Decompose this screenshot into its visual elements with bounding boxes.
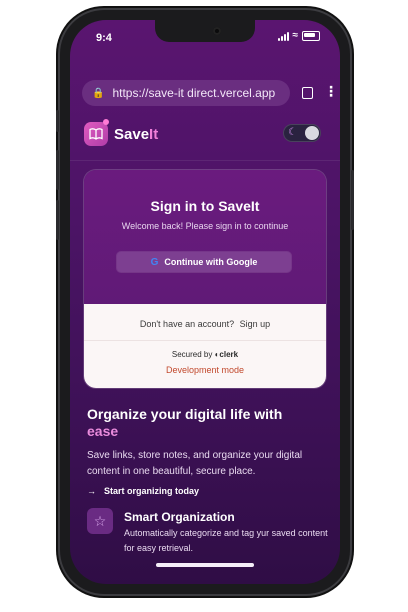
signal-icon: [277, 31, 289, 41]
battery-icon: [302, 31, 320, 41]
signup-row: Don't have an account? Sign up: [84, 319, 326, 329]
moon-icon: ☾: [288, 127, 297, 138]
notch: [155, 20, 255, 42]
secured-by-label: Secured by: [171, 350, 213, 359]
status-time: 9:4: [96, 32, 112, 44]
secured-by: Secured by ◐clerk: [84, 350, 326, 359]
brand-suffix: It: [149, 126, 159, 143]
volume-down-button: [56, 200, 59, 240]
brand-prefix: Save: [114, 126, 150, 143]
no-account-text: Don't have an account?: [139, 319, 235, 329]
clerk-name: clerk: [219, 350, 239, 359]
hero-title-line: Organize your digital life with: [87, 406, 283, 422]
logo-sparkle-icon: [103, 119, 109, 125]
url-text: https://save-it direct.vercel.app: [112, 86, 276, 100]
signin-subtitle: Welcome back! Please sign in to continue: [121, 221, 289, 231]
hero-description: Save links, store notes, and organize yo…: [87, 450, 303, 477]
theme-toggle[interactable]: ☾: [283, 124, 321, 142]
wifi-icon: ≈: [292, 30, 299, 41]
signin-title: Sign in to SaveIt: [150, 198, 260, 214]
home-indicator[interactable]: [156, 563, 254, 567]
signin-footer: Don't have an account? Sign up Secured b…: [84, 304, 326, 388]
feature-description: Automatically categorize and tag yur sav…: [124, 528, 328, 553]
tabs-icon[interactable]: [302, 87, 313, 99]
phone-screen: 9:4 ≈ 🔒 https://save-it direct.vercel.ap…: [70, 20, 340, 584]
star-icon: ☆: [87, 508, 113, 534]
status-icons: ≈: [277, 30, 320, 41]
power-button: [351, 170, 354, 230]
google-signin-button[interactable]: G Continue with Google: [117, 252, 291, 272]
app-header: SaveIt ☾: [70, 119, 340, 161]
camera-icon: [213, 27, 221, 35]
arrow-right-icon: →: [87, 486, 96, 496]
divider: [84, 340, 326, 341]
cta-label: Start organizing today: [104, 486, 200, 496]
signin-card: Sign in to SaveIt Welcome back! Please s…: [84, 170, 326, 388]
google-icon: G: [150, 256, 159, 268]
signup-link[interactable]: Sign up: [240, 319, 271, 329]
hero-title-accent: ease: [87, 423, 119, 439]
mute-switch: [56, 110, 59, 132]
logo-book-icon: [84, 122, 108, 146]
more-menu-icon[interactable]: ⋮: [324, 84, 338, 98]
phone-frame: 9:4 ≈ 🔒 https://save-it direct.vercel.ap…: [56, 10, 354, 594]
toggle-knob: [305, 126, 319, 140]
dev-mode-label: Development mode: [165, 365, 245, 375]
lock-icon: 🔒: [92, 87, 105, 99]
feature-title: Smart Organization: [124, 510, 235, 524]
address-bar[interactable]: 🔒 https://save-it direct.vercel.app: [82, 80, 290, 106]
hero-title: Organize your digital life with ease: [87, 406, 327, 440]
brand-logo[interactable]: SaveIt: [114, 126, 158, 143]
google-button-label: Continue with Google: [164, 257, 258, 267]
volume-up-button: [56, 150, 59, 190]
start-organizing-link[interactable]: → Start organizing today: [87, 486, 199, 496]
